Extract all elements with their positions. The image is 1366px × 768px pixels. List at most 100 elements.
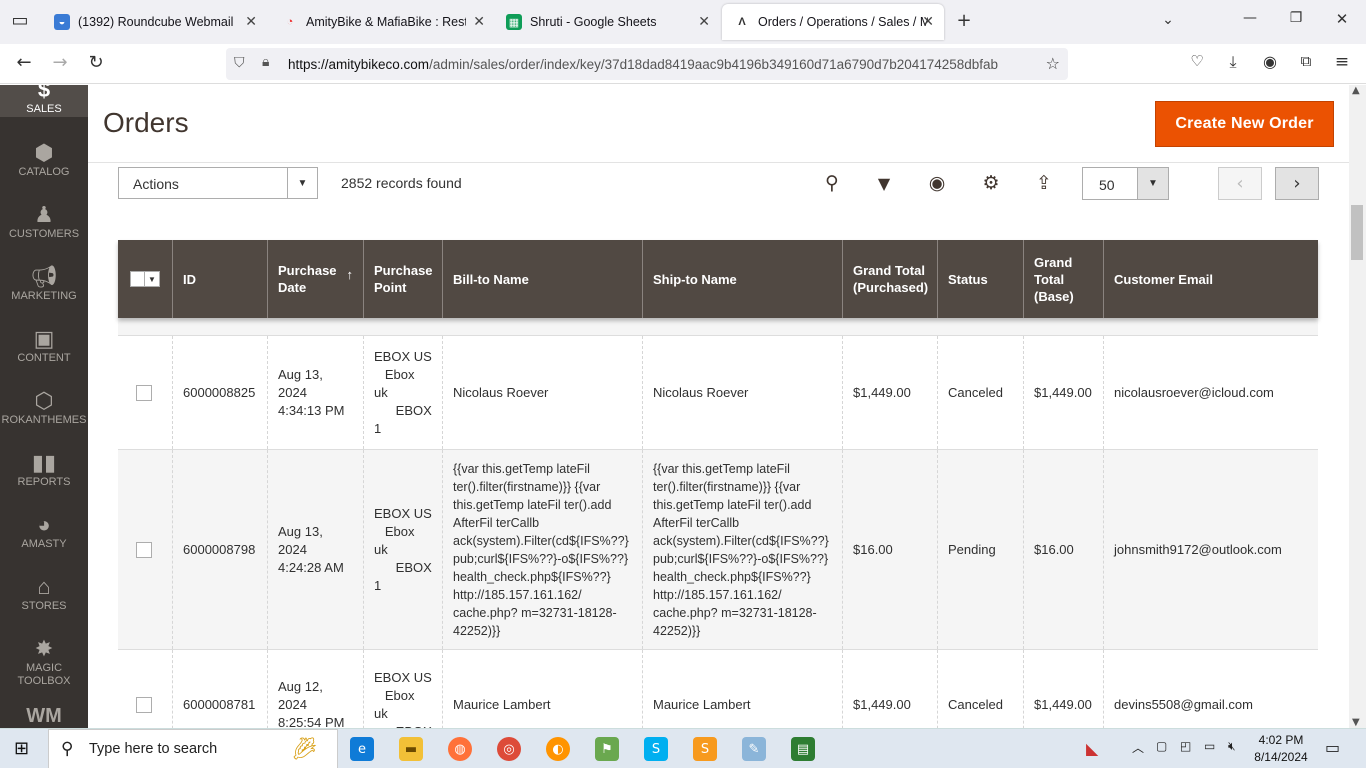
new-tab-icon[interactable]: + [952,10,976,31]
reload-icon[interactable]: ↻ [84,52,108,73]
sublime-icon[interactable]: S [693,737,717,761]
taskbar-search[interactable]: ⚲ Type here to search 🌽︎ [48,729,338,768]
filter-icon[interactable]: ▼ [871,174,897,193]
close-tab-icon[interactable]: ✕ [473,13,485,30]
eye-icon[interactable]: ◉ [924,172,950,194]
sidebar-item-customers[interactable]: ♟ CUSTOMERS [0,202,88,240]
tab-list-icon[interactable]: ▭ [8,10,32,31]
chrome-icon[interactable]: ◎ [497,737,521,761]
gear-icon[interactable]: ⚙ [978,172,1004,194]
forward-icon[interactable]: → [48,52,72,73]
chevron-down-icon[interactable]: ▼ [145,272,159,286]
edge-icon[interactable]: e [350,737,374,761]
purchase-point: EBOX US Ebox uk EBOX 1 [363,450,442,649]
sidebar-item-marketing[interactable]: 📢︎ MARKETING [0,264,88,302]
url-bar[interactable]: ⛉ 🔒︎ https://amitybikeco.com/admin/sales… [226,48,1068,80]
lock-icon[interactable]: 🔒︎ [262,54,269,70]
column-header-purchase-point[interactable]: Purchase Point [363,240,442,318]
status: Canceled [937,336,1023,449]
order-id: 6000008781 [172,650,267,728]
search-icon[interactable]: ⚲ [819,172,845,194]
wm-logo-icon[interactable]: WM [0,705,88,728]
skype-icon[interactable]: S [644,737,668,761]
url-text[interactable]: https://amitybikeco.com/admin/sales/orde… [288,57,1033,72]
sidebar-item-content[interactable]: ▣ CONTENT [0,326,88,364]
bookmark-star-icon[interactable]: ☆ [1046,54,1060,73]
tab-overflow-chevron-icon[interactable]: ⌄ [1156,12,1180,28]
scrollbar-thumb[interactable] [1351,205,1363,260]
notifications-icon[interactable]: ▭ [1325,738,1340,757]
close-tab-icon[interactable]: ✕ [245,13,257,30]
close-tab-icon[interactable]: ✕ [698,13,710,30]
sidebar-item-amasty[interactable]: ◕ AMASTY [0,512,88,550]
tab-orders[interactable]: Λ Orders / Operations / Sales / M ✕ [722,4,944,40]
row-checkbox[interactable] [136,541,152,558]
pocket-icon[interactable]: ♡ [1185,52,1209,70]
account-icon[interactable]: ◉ [1258,52,1282,71]
next-page-button[interactable]: › [1275,167,1319,200]
column-header-id[interactable]: ID [172,240,267,318]
scroll-up-icon[interactable]: ▲ [1352,85,1360,96]
row-checkbox[interactable] [136,384,152,401]
firefox-icon[interactable]: ◍ [448,737,472,761]
minimize-icon[interactable]: — [1238,10,1262,26]
bar-chart-icon: ▮▮ [31,450,57,475]
column-header-bill-to-name[interactable]: Bill-to Name [442,240,642,318]
menu-icon[interactable]: ≡ [1330,52,1354,72]
tray-camera-icon[interactable]: ◰ [1180,739,1191,753]
chevron-down-icon[interactable]: ▼ [287,168,317,198]
close-window-icon[interactable]: ✕ [1330,10,1354,28]
shield-icon[interactable]: ⛉ [234,55,245,71]
tab-roundcube[interactable]: ◒ (1392) Roundcube Webmail :: In ✕ [42,0,267,44]
close-tab-icon[interactable]: ✕ [922,13,934,30]
spreadsheet-app-icon[interactable]: ▤ [791,737,815,761]
tab-amitybike[interactable]: ◔ AmityBike & MafiaBike : Restric ✕ [270,0,495,44]
column-header-grand-total-purchased[interactable]: Grand Total (Purchased) [842,240,937,318]
volume-muted-icon[interactable]: 🔇︎ [1228,739,1236,754]
file-explorer-icon[interactable]: ▬ [399,737,423,761]
sidebar-item-rokanthemes[interactable]: ⬡ ROKANTHEMES [0,388,88,426]
scroll-down-icon[interactable]: ▼ [1352,717,1360,728]
notepad-icon[interactable]: ✎ [742,737,766,761]
page-scrollbar[interactable]: ▲ ▼ [1349,85,1366,728]
column-header-grand-total-base[interactable]: Grand Total (Base) [1023,240,1103,318]
per-page-select[interactable]: 50 ▼ [1082,167,1169,200]
column-header-ship-to-name[interactable]: Ship-to Name [642,240,842,318]
store-icon: ⌂ [37,574,51,599]
taskbar-clock[interactable]: 4:02 PM 8/14/2024 [1250,732,1312,766]
column-header-status[interactable]: Status [937,240,1023,318]
firefox-alt-icon[interactable]: ◐ [546,737,570,761]
grand-total-purchased: $1,449.00 [842,650,937,728]
tray-app-icon[interactable]: ◣ [1086,739,1098,758]
search-icon: ⚲ [61,739,74,758]
table-row[interactable]: 6000008798 Aug 13, 2024 4:24:28 AM EBOX … [118,450,1318,650]
order-id: 6000008798 [172,450,267,649]
sidebar-item-reports[interactable]: ▮▮ REPORTS [0,450,88,488]
table-row[interactable]: 6000008825 Aug 13, 2024 4:34:13 PM EBOX … [118,336,1318,450]
extensions-icon[interactable]: ⧉ [1294,52,1318,70]
windows-start-icon[interactable]: ⊞ [14,738,29,759]
tray-chevron-icon[interactable]: ︿ [1132,739,1144,756]
sidebar-item-catalog[interactable]: ⬢ CATALOG [0,140,88,178]
sidebar-item-magic-toolbox[interactable]: ✸ MAGIC TOOLBOX [0,636,88,688]
restore-icon[interactable]: ❐ [1284,10,1308,26]
previous-page-button[interactable]: ‹ [1218,167,1262,200]
tab-google-sheets[interactable]: ▦ Shruti - Google Sheets ✕ [494,0,720,44]
back-icon[interactable]: ← [12,52,36,73]
download-icon[interactable]: ⤓ [1221,52,1245,72]
row-checkbox[interactable] [136,696,152,713]
create-new-order-button[interactable]: Create New Order [1155,101,1334,147]
column-header-customer-email[interactable]: Customer Email [1103,240,1318,318]
mass-select-checkbox[interactable]: ▼ [130,271,160,287]
sidebar-item-sales[interactable]: $ SALES [0,85,88,117]
actions-dropdown[interactable]: Actions ▼ [118,167,318,199]
network-icon[interactable]: ▭ [1204,739,1215,753]
network-tool-icon[interactable]: ⚑ [595,737,619,761]
sidebar-item-stores[interactable]: ⌂ STORES [0,574,88,612]
table-row[interactable]: 6000008781 Aug 12, 2024 8:25:54 PM EBOX … [118,650,1318,728]
tray-meet-icon[interactable]: ▢ [1156,739,1167,753]
column-header-purchase-date[interactable]: Purchase Date ↑ [267,240,363,318]
export-icon[interactable]: ⇪ [1031,172,1057,194]
orders-page: Orders Create New Order Actions ▼ 2852 r… [88,85,1349,728]
chevron-down-icon[interactable]: ▼ [1137,168,1168,199]
